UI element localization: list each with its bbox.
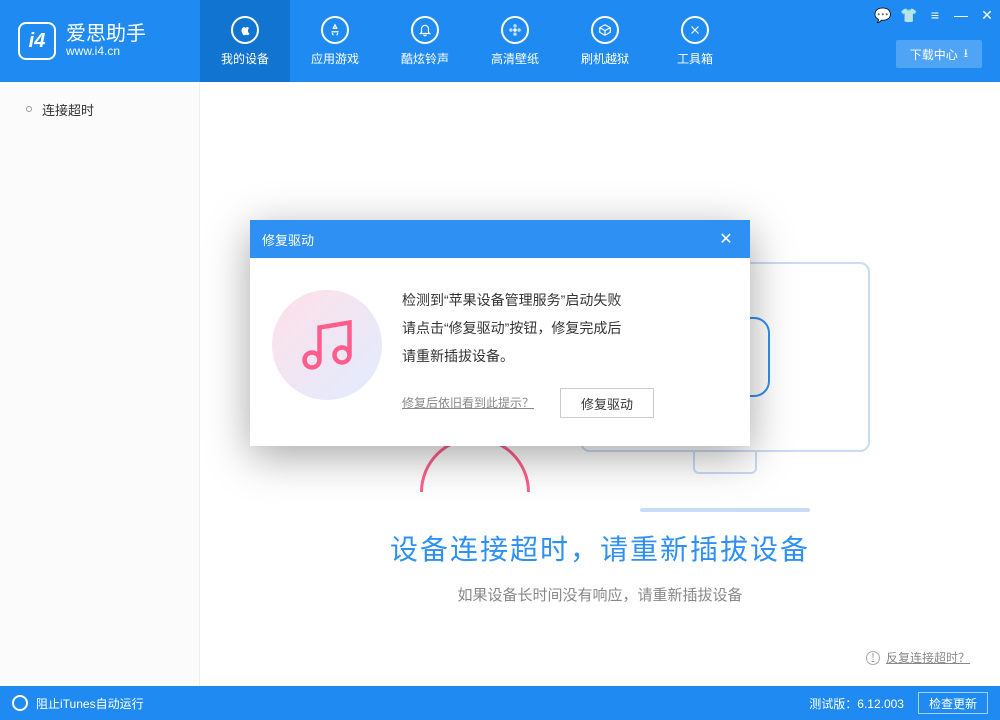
download-icon: ⭳ [964, 44, 968, 65]
nav-label: 工具箱 [677, 50, 713, 67]
app-name: 爱思助手 [66, 24, 146, 44]
app-url: www.i4.cn [66, 44, 146, 58]
nav-label: 高清壁纸 [491, 50, 539, 67]
dialog-line2: 请点击“修复驱动”按钮，修复完成后 [402, 314, 728, 342]
check-update-button[interactable]: 检查更新 [918, 692, 988, 714]
nav-wallpapers[interactable]: 高清壁纸 [470, 0, 560, 82]
flower-icon [501, 16, 529, 44]
nav-label: 刷机越狱 [581, 50, 629, 67]
feedback-label: 反复连接超时？ [886, 649, 970, 666]
nav-ringtones[interactable]: 酷炫铃声 [380, 0, 470, 82]
chat-icon[interactable]: 💬 [870, 0, 896, 30]
footer-left[interactable]: 阻止iTunes自动运行 [12, 695, 144, 712]
main-nav: 我的设备 应用游戏 酷炫铃声 高清壁纸 刷机越狱 工具箱 [200, 0, 740, 82]
appstore-icon [321, 16, 349, 44]
help-icon: ! [866, 651, 880, 665]
nav-label: 我的设备 [221, 50, 269, 67]
logo-text: 爱思助手 www.i4.cn [66, 24, 146, 58]
skin-icon[interactable]: 👕 [896, 0, 922, 30]
repair-driver-dialog: 修复驱动 ✕ 检测到“苹果设备管理服务”启动失败 请点击“修复驱动”按钮，修复完… [250, 220, 750, 446]
nav-my-device[interactable]: 我的设备 [200, 0, 290, 82]
sidebar: 连接超时 [0, 82, 200, 686]
toggle-icon [12, 695, 28, 711]
dialog-line3: 请重新插拔设备。 [402, 342, 728, 370]
music-note-icon [272, 290, 382, 400]
dialog-line1: 检测到“苹果设备管理服务”启动失败 [402, 286, 728, 314]
box-icon [591, 16, 619, 44]
dialog-message: 检测到“苹果设备管理服务”启动失败 请点击“修复驱动”按钮，修复完成后 请重新插… [402, 284, 728, 418]
nav-label: 应用游戏 [311, 50, 359, 67]
menu-icon[interactable]: ≡ [922, 0, 948, 30]
window-controls: 💬 👕 ≡ — ✕ [870, 0, 1000, 30]
minimize-icon[interactable]: — [948, 0, 974, 30]
dialog-title: 修复驱动 [262, 230, 314, 249]
check-update-label: 检查更新 [929, 695, 977, 712]
feedback-link[interactable]: ! 反复连接超时？ [866, 649, 970, 666]
apple-icon [231, 16, 259, 44]
logo-area: i4 爱思助手 www.i4.cn [0, 0, 200, 82]
nav-label: 酷炫铃声 [401, 50, 449, 67]
block-itunes-label: 阻止iTunes自动运行 [36, 695, 144, 712]
main-title: 设备连接超时，请重新插拔设备 [390, 528, 810, 568]
app-header: i4 爱思助手 www.i4.cn 我的设备 应用游戏 酷炫铃声 高清壁纸 刷机… [0, 0, 1000, 82]
bullet-icon [26, 106, 32, 112]
version-label: 测试版：6.12.003 [809, 695, 904, 712]
close-icon[interactable]: ✕ [974, 0, 1000, 30]
sidebar-item-timeout[interactable]: 连接超时 [0, 92, 199, 126]
nav-apps-games[interactable]: 应用游戏 [290, 0, 380, 82]
nav-toolbox[interactable]: 工具箱 [650, 0, 740, 82]
repair-driver-button[interactable]: 修复驱动 [560, 388, 654, 418]
tools-icon [681, 16, 709, 44]
download-center-button[interactable]: 下载中心 ⭳ [896, 40, 982, 68]
bell-icon [411, 16, 439, 44]
sidebar-item-label: 连接超时 [42, 100, 94, 119]
status-bar: 阻止iTunes自动运行 测试版：6.12.003 检查更新 [0, 686, 1000, 720]
main-subtitle: 如果设备长时间没有响应，请重新插拔设备 [457, 584, 742, 605]
dialog-header[interactable]: 修复驱动 ✕ [250, 220, 750, 258]
dialog-help-link[interactable]: 修复后依旧看到此提示？ [402, 391, 534, 415]
download-center-label: 下载中心 [910, 46, 958, 63]
nav-flash-jailbreak[interactable]: 刷机越狱 [560, 0, 650, 82]
logo-icon: i4 [18, 22, 56, 60]
dialog-close-button[interactable]: ✕ [714, 227, 738, 251]
